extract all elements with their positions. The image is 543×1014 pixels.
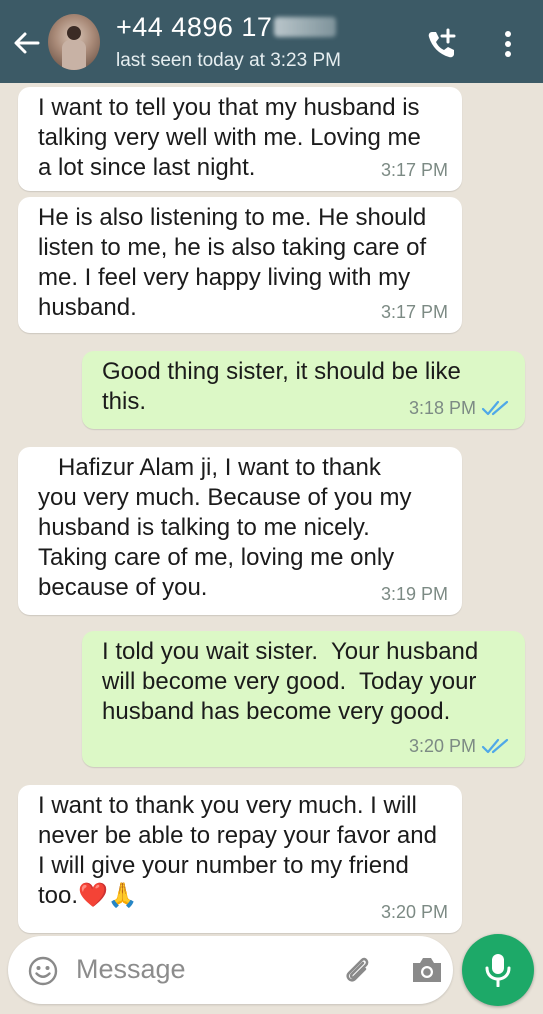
avatar[interactable] [48, 14, 100, 70]
message-time: 3:20 PM [380, 902, 448, 922]
read-ticks-icon [481, 400, 509, 416]
emoji-icon[interactable] [28, 956, 58, 986]
message-time: 3:18 PM [408, 398, 476, 418]
message-bubble-outgoing[interactable]: Good thing sister, it should be like thi… [82, 351, 525, 429]
read-ticks-icon [481, 738, 509, 754]
message-bubble-incoming[interactable]: He is also listening to me. He should li… [18, 197, 462, 333]
message-text: I want to thank you very much. I will ne… [38, 792, 437, 909]
message-bubble-incoming[interactable]: I want to tell you that my husband is ta… [18, 87, 462, 191]
contact-name[interactable]: +44 4896 17 [116, 12, 337, 43]
message-text: I told you wait sister. Your husband wil… [102, 638, 479, 725]
back-arrow-icon[interactable] [10, 26, 44, 60]
add-call-icon[interactable] [424, 26, 460, 62]
chat-header: +44 4896 17 last seen today at 3:23 PM [0, 0, 543, 83]
microphone-icon [485, 954, 511, 987]
message-list[interactable]: I want to tell you that my husband is ta… [0, 83, 543, 933]
last-seen-status: last seen today at 3:23 PM [116, 50, 341, 71]
message-bubble-incoming[interactable]: Hafizur Alam ji, I want to thank you ver… [18, 447, 462, 615]
message-time: 3:17 PM [380, 302, 448, 322]
message-time: 3:17 PM [380, 160, 448, 180]
redacted-digits [274, 17, 337, 37]
message-time: 3:19 PM [380, 584, 448, 604]
message-time: 3:20 PM [408, 736, 476, 756]
message-input[interactable]: Message [76, 954, 186, 985]
message-composer[interactable]: Message [8, 936, 453, 1004]
camera-icon[interactable] [409, 954, 445, 986]
message-bubble-outgoing[interactable]: I told you wait sister. Your husband wil… [82, 631, 525, 767]
message-bubble-incoming[interactable]: I want to thank you very much. I will ne… [18, 785, 462, 933]
more-vertical-icon[interactable] [496, 26, 520, 62]
voice-record-button[interactable] [462, 934, 534, 1006]
paperclip-icon[interactable] [341, 954, 373, 986]
